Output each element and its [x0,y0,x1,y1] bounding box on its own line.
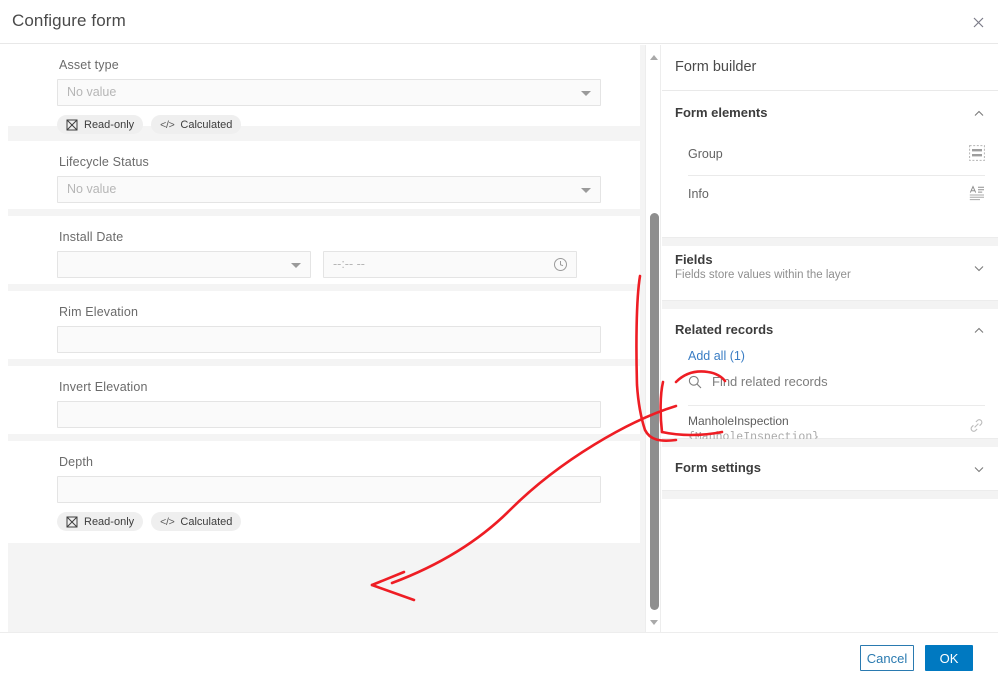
ok-button[interactable]: OK [925,645,973,671]
chip-label: Read-only [84,119,134,131]
form-canvas: Asset type No value Read-only [0,45,648,632]
section-title: Fields [675,252,713,267]
date-time-row: --:-- -- [57,251,601,278]
find-related-records-input[interactable]: Find related records [688,372,972,396]
form-element-group[interactable]: Group [688,136,985,175]
section-form-elements: Form elements Group Info [662,92,998,238]
form-builder-header: Form builder [662,45,998,91]
form-cards-container: Asset type No value Read-only [8,45,648,632]
asset-type-dropdown[interactable]: No value [57,79,601,106]
search-placeholder: Find related records [712,374,828,389]
field-label: Lifecycle Status [59,155,601,169]
search-icon [688,375,702,394]
chevron-down-icon[interactable] [974,263,984,273]
section-header-fields[interactable]: Fields Fields store values within the la… [662,246,998,290]
form-card-asset-type[interactable]: Asset type No value Read-only [8,45,640,126]
section-related-records: Related records Add all (1) Find related… [662,309,998,439]
chip-read-only[interactable]: Read-only [57,115,143,134]
chevron-down-icon[interactable] [974,464,984,474]
code-icon: </> [160,516,174,528]
section-title: Form settings [675,460,761,475]
section-gap [662,238,998,246]
chip-label: Calculated [180,516,232,528]
dropdown-placeholder: No value [67,182,116,196]
lifecycle-status-dropdown[interactable]: No value [57,176,601,203]
field-chips: Read-only </> Calculated [57,115,601,134]
section-subtitle: Fields store values within the layer [675,269,851,281]
depth-input[interactable] [57,476,601,503]
section-title: Related records [675,322,773,337]
page-title: Configure form [12,11,126,31]
form-card-install-date[interactable]: Install Date --:-- -- [8,216,640,284]
rim-elevation-input[interactable] [57,326,601,353]
related-record-name: ManholeInspection [688,414,789,428]
configure-form-dialog: Configure form Asset type No value [0,0,998,693]
section-fields: Fields Fields store values within the la… [662,246,998,301]
install-date-input[interactable] [57,251,311,278]
add-all-link[interactable]: Add all (1) [688,349,745,363]
text-info-icon [969,185,985,206]
chevron-down-icon [581,188,591,193]
link-icon[interactable] [968,417,985,439]
section-title: Form elements [675,105,767,120]
invert-elevation-input[interactable] [57,401,601,428]
field-label: Depth [59,455,601,469]
section-header-form-elements[interactable]: Form elements [662,92,998,136]
section-form-settings: Form settings [662,447,998,491]
chevron-down-icon [581,91,591,96]
section-header-related-records[interactable]: Related records [662,309,998,353]
section-gap [662,439,998,447]
read-only-icon [66,516,78,528]
field-label: Invert Elevation [59,380,601,394]
form-element-label: Group [688,147,723,161]
chip-label: Read-only [84,516,134,528]
chevron-down-icon [291,263,301,268]
field-chips: Read-only </> Calculated [57,512,601,531]
dropdown-placeholder: No value [67,85,116,99]
chevron-up-icon[interactable] [974,109,984,119]
close-icon[interactable] [966,10,990,34]
cancel-button[interactable]: Cancel [860,645,914,671]
clock-icon [553,257,568,272]
form-card-depth[interactable]: Depth Read-only </> [8,441,640,543]
section-gap [662,491,998,499]
triangle-down-icon[interactable] [646,614,662,630]
code-icon: </> [160,119,174,131]
dialog-titlebar: Configure form [0,0,998,44]
chip-read-only[interactable]: Read-only [57,512,143,531]
time-placeholder: --:-- -- [333,257,365,271]
section-header-form-settings[interactable]: Form settings [662,447,998,491]
group-layout-icon [969,145,985,166]
form-card-rim-elevation[interactable]: Rim Elevation [8,291,640,359]
dialog-footer: Cancel OK [0,632,998,693]
close-glyph [973,17,984,28]
read-only-icon [66,119,78,131]
form-card-invert-elevation[interactable]: Invert Elevation [8,366,640,434]
form-canvas-scrollbar[interactable] [645,45,661,632]
form-card-lifecycle-status[interactable]: Lifecycle Status No value [8,141,640,209]
field-label: Asset type [59,58,601,72]
form-builder-title: Form builder [675,59,756,75]
chip-calculated[interactable]: </> Calculated [151,115,241,134]
canvas-left-gutter [0,45,8,632]
install-time-input[interactable]: --:-- -- [323,251,577,278]
scrollbar-thumb[interactable] [650,213,659,610]
triangle-up-icon[interactable] [646,49,662,65]
form-element-label: Info [688,187,709,201]
chip-calculated[interactable]: </> Calculated [151,512,241,531]
chevron-up-icon[interactable] [974,326,984,336]
section-gap [662,301,998,309]
field-label: Rim Elevation [59,305,601,319]
form-builder-panel: Form builder Form elements Group [662,45,998,632]
form-element-info[interactable]: Info [688,176,985,215]
field-label: Install Date [59,230,601,244]
chip-label: Calculated [180,119,232,131]
